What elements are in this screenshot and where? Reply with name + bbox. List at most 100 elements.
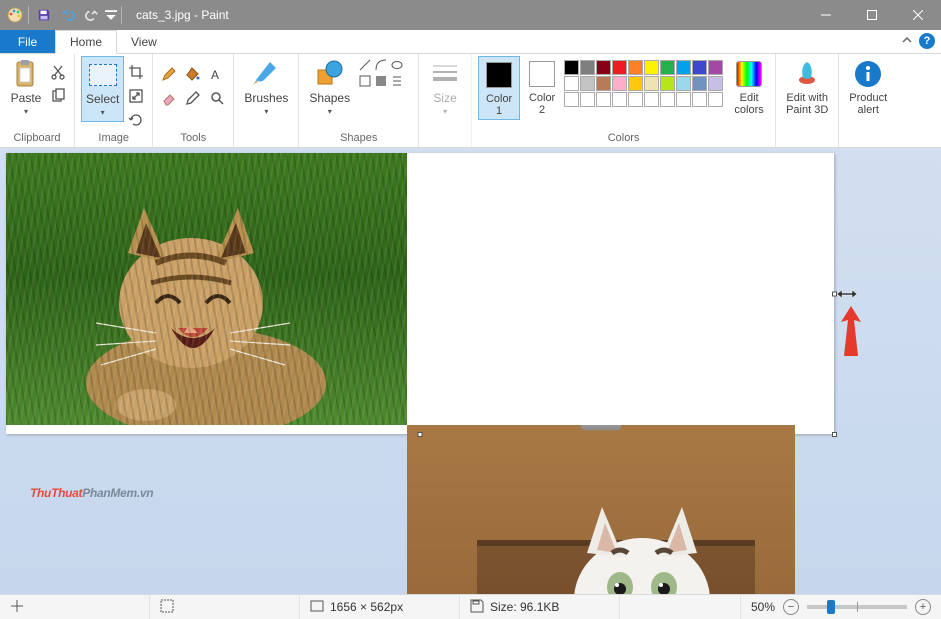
color-swatch[interactable] — [660, 92, 675, 107]
shape-fill-icon[interactable] — [374, 74, 388, 88]
shapes-button[interactable]: Shapes▾ — [305, 56, 354, 120]
color-swatch[interactable] — [692, 60, 707, 75]
color2-swatch — [529, 61, 555, 87]
color-swatch[interactable] — [580, 76, 595, 91]
help-button[interactable]: ? — [919, 33, 935, 49]
window-title: cats_3.jpg - Paint — [136, 8, 229, 22]
color-swatch[interactable] — [708, 60, 723, 75]
color-swatch[interactable] — [612, 92, 627, 107]
collapse-ribbon-icon[interactable] — [901, 34, 913, 49]
shape-more-icon[interactable] — [390, 74, 404, 88]
fill-icon[interactable] — [183, 64, 203, 84]
status-bar: 1656 × 562px Size: 96.1KB 50% − + — [0, 594, 941, 619]
selection-size-cell — [150, 595, 300, 619]
edit-colors-button[interactable]: Edit colors — [729, 56, 769, 118]
product-alert-button[interactable]: Product alert — [845, 56, 891, 118]
canvas-workspace[interactable]: ThuThuatPhanMem.vn — [0, 148, 941, 594]
cursor-position-cell — [0, 595, 150, 619]
color-swatch[interactable] — [612, 76, 627, 91]
stroke-size-icon — [429, 58, 461, 90]
color-swatch[interactable] — [692, 92, 707, 107]
color-swatch[interactable] — [644, 60, 659, 75]
resize-handle-bottom[interactable] — [418, 432, 423, 437]
home-tab[interactable]: Home — [55, 30, 117, 54]
zoom-slider-thumb[interactable] — [827, 600, 835, 614]
color1-button[interactable]: Color 1 — [478, 56, 520, 120]
selection-icon — [160, 599, 174, 616]
file-tab[interactable]: File — [0, 30, 55, 53]
group-colors: Color 1 Color 2 Edit colors Colors — [472, 54, 776, 147]
color-swatch[interactable] — [596, 76, 611, 91]
undo-icon[interactable] — [57, 4, 79, 26]
color-swatch[interactable] — [676, 92, 691, 107]
color-swatch[interactable] — [676, 60, 691, 75]
text-icon[interactable]: A — [207, 64, 227, 84]
group-label: Tools — [181, 130, 207, 147]
color-swatch[interactable] — [692, 76, 707, 91]
zoom-in-button[interactable]: + — [915, 599, 931, 615]
separator — [121, 6, 122, 24]
resize-cursor-icon — [837, 288, 857, 302]
resize-handle-corner[interactable] — [832, 432, 837, 437]
shape-oval-icon[interactable] — [390, 58, 404, 72]
paint3d-icon — [791, 58, 823, 90]
disk-icon — [470, 599, 484, 616]
color-swatch[interactable] — [564, 92, 579, 107]
eraser-icon[interactable] — [159, 88, 179, 108]
color-swatch[interactable] — [708, 92, 723, 107]
color2-button[interactable]: Color 2 — [522, 56, 562, 118]
save-icon[interactable] — [33, 4, 55, 26]
crop-icon[interactable] — [126, 62, 146, 82]
redo-icon[interactable] — [81, 4, 103, 26]
minimize-button[interactable] — [803, 0, 849, 30]
clipboard-icon — [10, 58, 42, 90]
magnifier-icon[interactable] — [207, 88, 227, 108]
canvas[interactable] — [6, 153, 834, 434]
color-swatch[interactable] — [708, 76, 723, 91]
select-button[interactable]: Select▾ — [81, 56, 124, 122]
brushes-button[interactable]: Brushes▾ — [240, 56, 292, 120]
paste-button[interactable]: Paste▾ — [6, 56, 46, 120]
close-button[interactable] — [895, 0, 941, 30]
color-swatch[interactable] — [660, 76, 675, 91]
color-swatch[interactable] — [676, 76, 691, 91]
shapes-gallery[interactable] — [356, 56, 412, 100]
cut-icon[interactable] — [48, 62, 68, 82]
resize-icon[interactable] — [126, 86, 146, 106]
ribbon: Paste▾ Clipboard Select▾ Image — [0, 54, 941, 148]
color-swatch[interactable] — [628, 76, 643, 91]
zoom-controls: 50% − + — [741, 599, 941, 615]
canvas-dimensions-cell: 1656 × 562px — [300, 595, 460, 619]
color-swatch[interactable] — [660, 60, 675, 75]
view-tab[interactable]: View — [117, 30, 171, 53]
color-swatch[interactable] — [644, 76, 659, 91]
zoom-slider[interactable] — [807, 605, 907, 609]
paint3d-button[interactable]: Edit with Paint 3D — [782, 56, 832, 118]
color-swatch[interactable] — [644, 92, 659, 107]
copy-icon[interactable] — [48, 86, 68, 106]
color-palette — [564, 56, 723, 107]
color-swatch[interactable] — [564, 60, 579, 75]
shape-line-icon[interactable] — [358, 58, 372, 72]
color-swatch[interactable] — [612, 60, 627, 75]
maximize-button[interactable] — [849, 0, 895, 30]
group-label: Shapes — [340, 130, 377, 147]
color-swatch[interactable] — [596, 92, 611, 107]
qat-customize-icon[interactable] — [105, 4, 117, 26]
color-swatch[interactable] — [580, 60, 595, 75]
group-brushes: Brushes▾ . — [234, 54, 299, 147]
color-swatch[interactable] — [628, 60, 643, 75]
color-swatch[interactable] — [580, 92, 595, 107]
group-clipboard: Paste▾ Clipboard — [0, 54, 75, 147]
color-picker-icon[interactable] — [183, 88, 203, 108]
rotate-icon[interactable] — [126, 110, 146, 130]
file-size-text: Size: 96.1KB — [490, 600, 559, 614]
color-swatch[interactable] — [564, 76, 579, 91]
shape-curve-icon[interactable] — [374, 58, 388, 72]
shape-outline-icon[interactable] — [358, 74, 372, 88]
group-label: Colors — [608, 130, 640, 147]
pencil-icon[interactable] — [159, 64, 179, 84]
color-swatch[interactable] — [596, 60, 611, 75]
zoom-out-button[interactable]: − — [783, 599, 799, 615]
color-swatch[interactable] — [628, 92, 643, 107]
